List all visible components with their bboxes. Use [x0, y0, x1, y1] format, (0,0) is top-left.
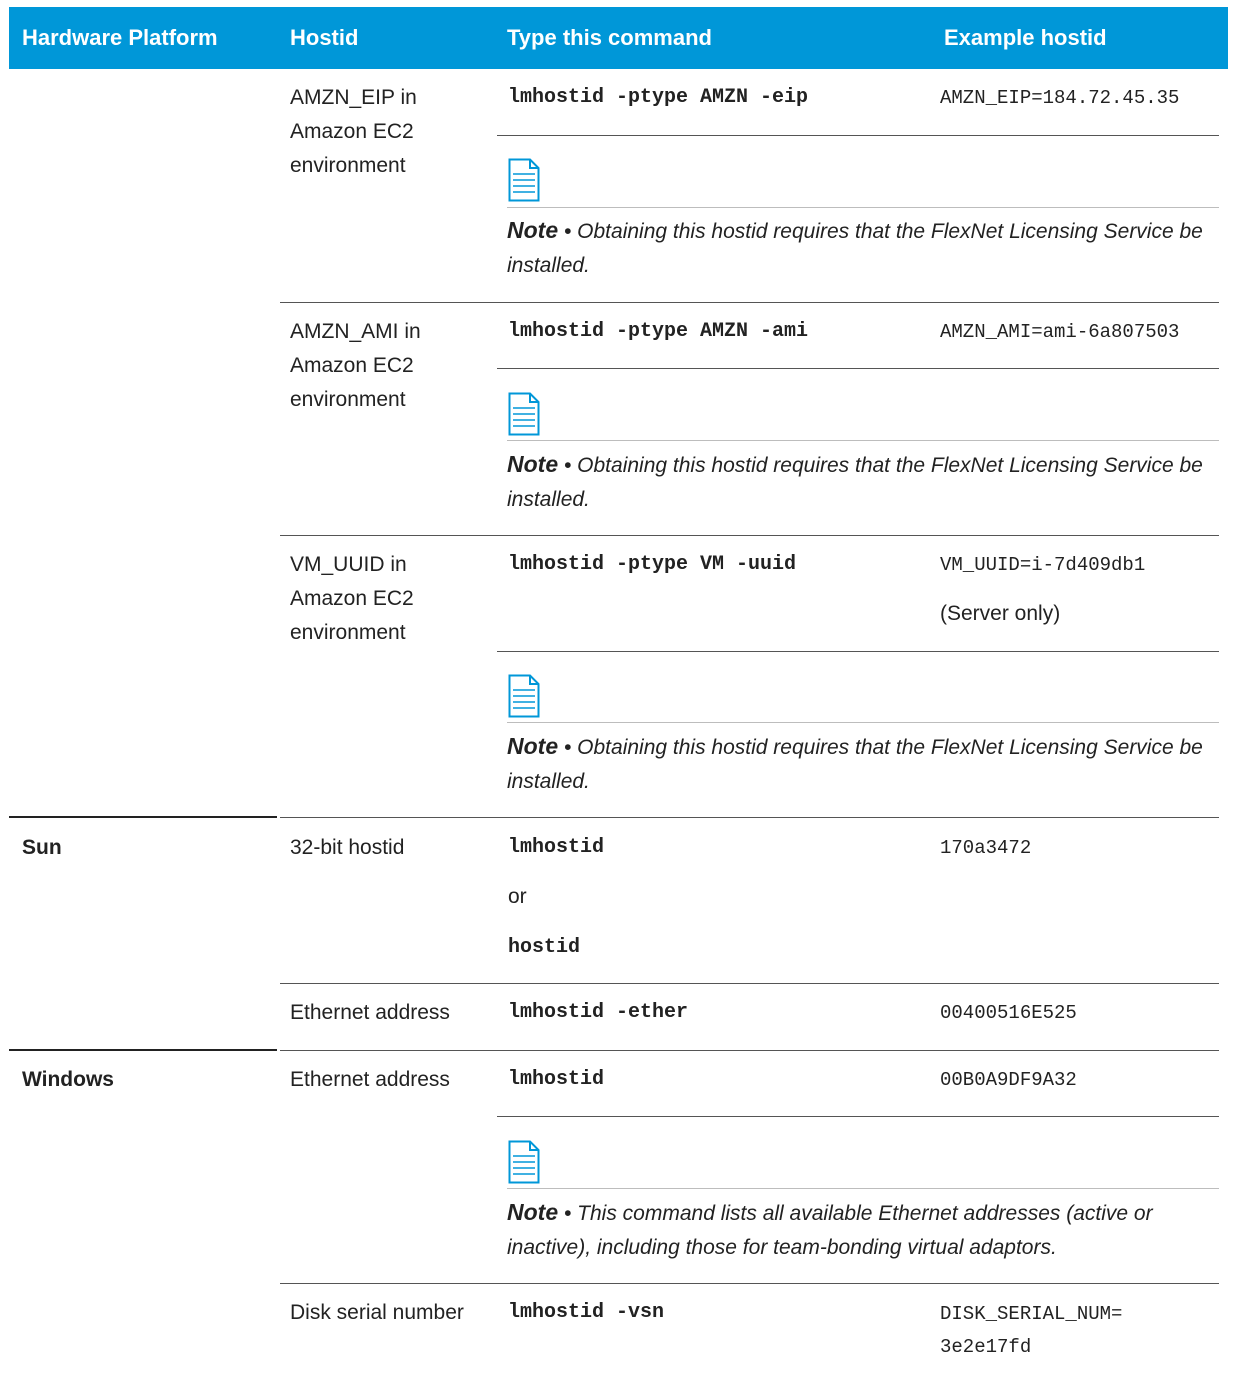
divider: [497, 135, 1219, 136]
note-text: Note • Obtaining this hostid requires th…: [507, 729, 1219, 799]
command-cell: lmhostid -vsn: [508, 1301, 665, 1324]
note-document-icon: [508, 392, 540, 436]
example-cell: 170a3472: [940, 837, 1032, 859]
note-label: Note: [507, 451, 559, 477]
command-alt-cell: hostid: [508, 936, 581, 959]
note-text: Note • Obtaining this hostid requires th…: [507, 213, 1219, 283]
command-cell: lmhostid -ptype AMZN -ami: [508, 320, 809, 343]
hostid-cell: VM_UUID in Amazon EC2 environment: [290, 553, 414, 644]
row-divider: [280, 1283, 1219, 1284]
example-cell: VM_UUID=i-7d409db1: [940, 554, 1146, 576]
note-bullet: •: [563, 736, 572, 759]
note-divider: [507, 722, 1219, 723]
example-cell: 00400516E525: [940, 1002, 1077, 1024]
row-divider: [280, 1050, 1219, 1051]
example-cell: 00B0A9DF9A32: [940, 1069, 1077, 1091]
hostid-cell: Disk serial number: [290, 1301, 464, 1324]
section-divider: [9, 1049, 277, 1051]
header-command: Type this command: [507, 25, 712, 50]
row-divider: [280, 535, 1219, 536]
platform-sun: Sun: [22, 836, 62, 859]
header-hostid: Hostid: [290, 25, 359, 50]
command-cell: lmhostid -ptype VM -uuid: [508, 553, 797, 576]
divider: [497, 651, 1219, 652]
command-cell: lmhostid: [508, 836, 605, 859]
hostid-cell: Ethernet address: [290, 1001, 450, 1024]
hostid-cell: 32-bit hostid: [290, 836, 405, 859]
note-label: Note: [507, 217, 559, 243]
divider: [497, 1116, 1219, 1117]
note-body: Obtaining this hostid requires that the …: [507, 454, 1203, 511]
note-bullet: •: [563, 220, 572, 243]
row-divider: [280, 302, 1219, 303]
command-cell: lmhostid: [508, 1068, 605, 1091]
header-hardware-platform: Hardware Platform: [22, 25, 218, 50]
row-divider: [280, 983, 1219, 984]
example-cell: AMZN_EIP=184.72.45.35: [940, 87, 1180, 109]
note-body: Obtaining this hostid requires that the …: [507, 220, 1203, 277]
note-bullet: •: [563, 1202, 572, 1225]
note-divider: [507, 1188, 1219, 1189]
note-text: Note • This command lists all available …: [507, 1195, 1219, 1265]
command-cell: lmhostid -ptype AMZN -eip: [508, 86, 809, 109]
note-body: This command lists all available Etherne…: [507, 1202, 1153, 1259]
divider: [497, 368, 1219, 369]
hostid-cell: Ethernet address: [290, 1068, 450, 1091]
note-bullet: •: [563, 454, 572, 477]
header-example-hostid: Example hostid: [944, 25, 1107, 50]
note-document-icon: [508, 674, 540, 718]
note-text: Note • Obtaining this hostid requires th…: [507, 447, 1219, 517]
note-label: Note: [507, 1199, 559, 1225]
note-label: Note: [507, 733, 559, 759]
platform-windows: Windows: [22, 1068, 114, 1091]
command-cell: lmhostid -ether: [508, 1001, 689, 1024]
note-divider: [507, 440, 1219, 441]
table-header: Hardware Platform Hostid Type this comma…: [9, 7, 1228, 69]
hostid-cell: AMZN_AMI in Amazon EC2 environment: [290, 320, 421, 411]
example-note: (Server only): [940, 602, 1061, 625]
hostid-cell: AMZN_EIP in Amazon EC2 environment: [290, 86, 417, 177]
note-divider: [507, 207, 1219, 208]
example-cell: DISK_SERIAL_NUM= 3e2e17fd: [940, 1303, 1123, 1358]
example-cell: AMZN_AMI=ami-6a807503: [940, 321, 1180, 343]
note-body: Obtaining this hostid requires that the …: [507, 736, 1203, 793]
note-document-icon: [508, 1140, 540, 1184]
or-text: or: [508, 885, 527, 908]
note-document-icon: [508, 158, 540, 202]
row-divider: [280, 817, 1219, 818]
section-divider: [9, 816, 277, 818]
